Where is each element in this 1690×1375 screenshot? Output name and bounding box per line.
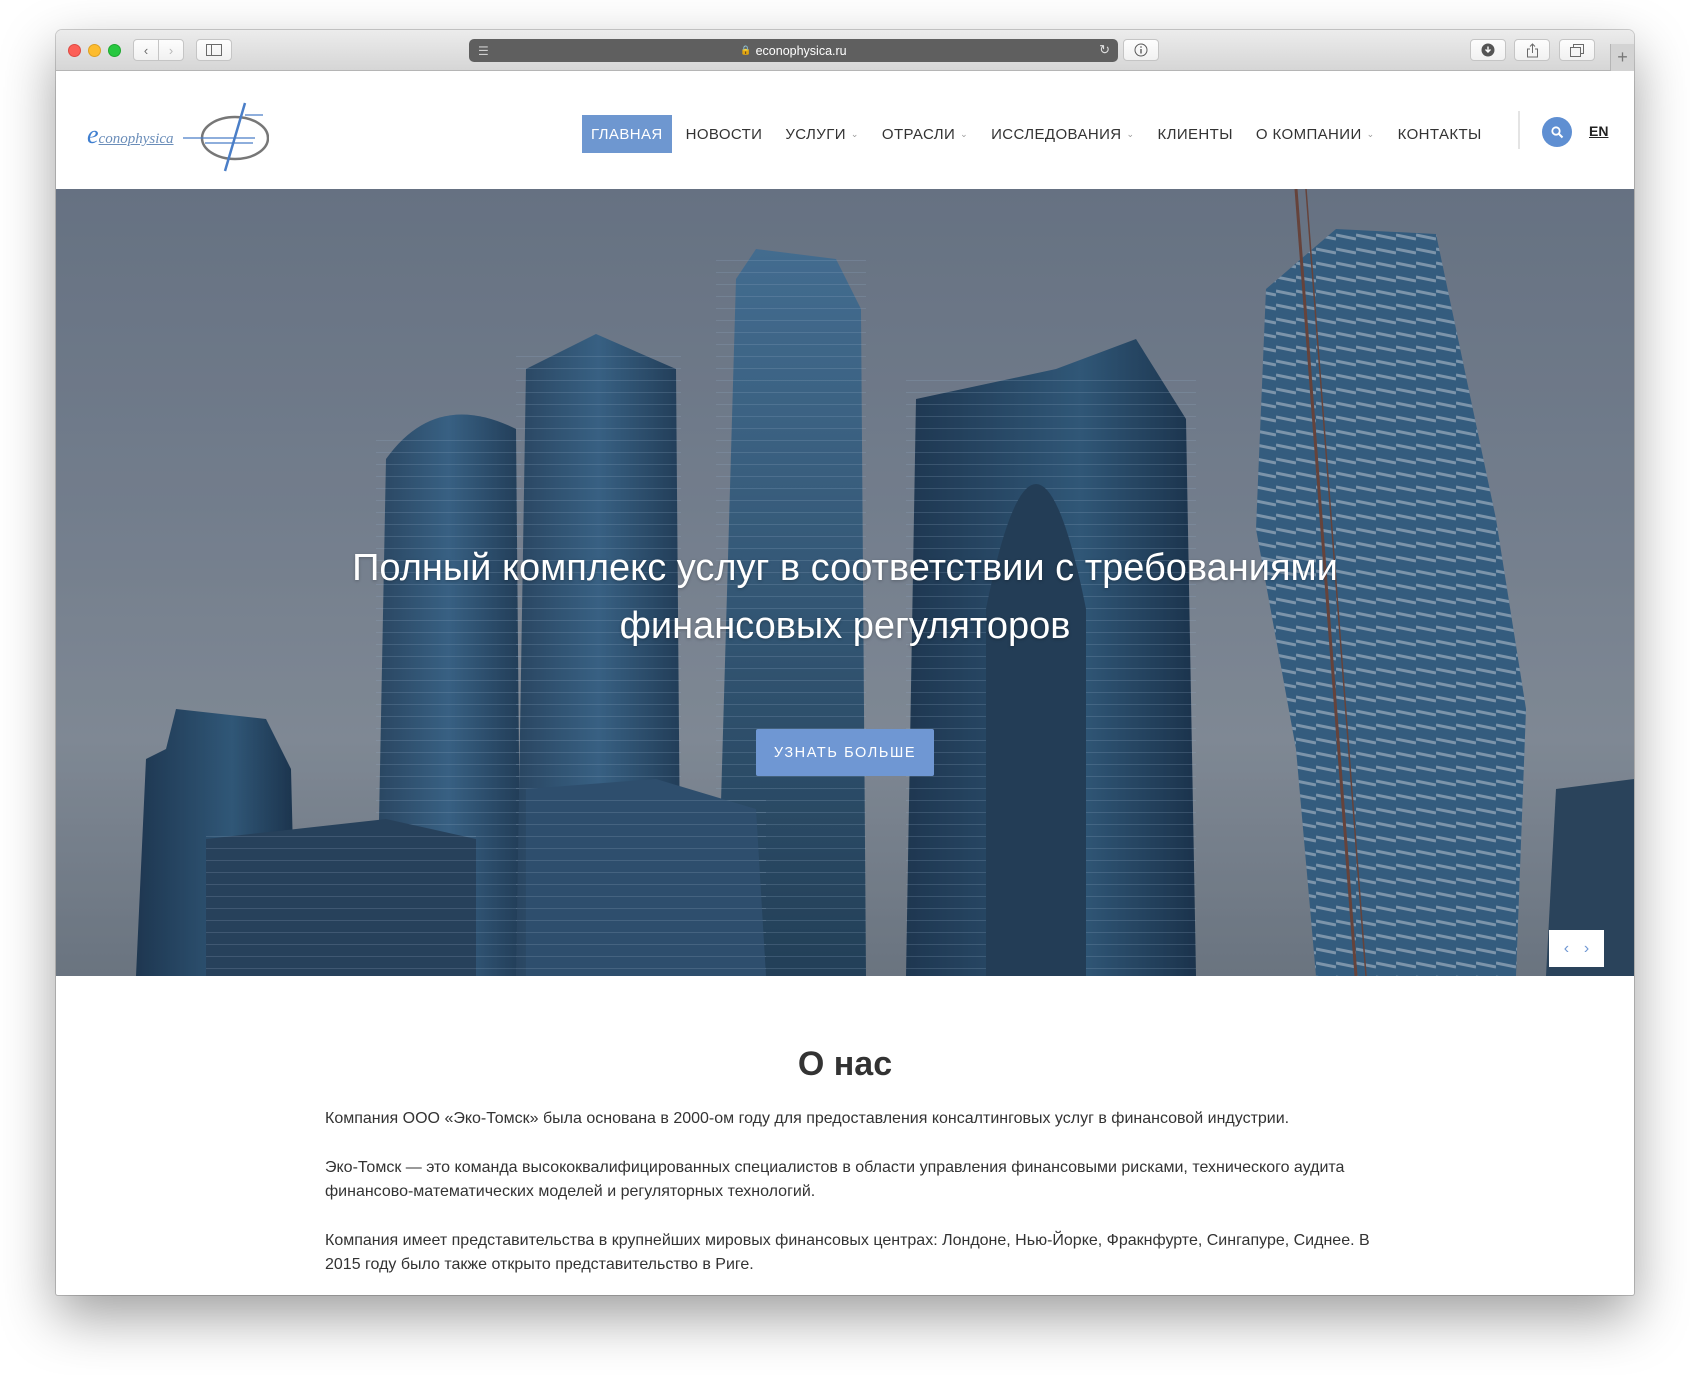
chevron-down-icon: ⌄ (850, 128, 859, 139)
nav-item-news[interactable]: НОВОСТИ (677, 115, 772, 153)
chevron-down-icon: ⌄ (1126, 128, 1135, 139)
nav-item-contacts[interactable]: КОНТАКТЫ (1389, 115, 1491, 153)
browser-window: ‹ › ☰ 🔒 econophysica.ru ↻ + econophysica… (56, 30, 1634, 1295)
share-button[interactable] (1514, 39, 1550, 61)
lock-icon: 🔒 (740, 45, 752, 55)
forward-button[interactable]: › (158, 39, 184, 61)
sidebar-toggle-button[interactable] (196, 39, 232, 61)
back-button[interactable]: ‹ (133, 39, 159, 61)
nav-divider (1518, 111, 1520, 149)
slider-prev-icon[interactable]: ‹ (1564, 940, 1569, 958)
nav-item-research[interactable]: ИССЛЕДОВАНИЯ ⌄ (982, 115, 1143, 153)
nav-item-industries[interactable]: ОТРАСЛИ ⌄ (873, 115, 977, 153)
learn-more-button[interactable]: УЗНАТЬ БОЛЬШЕ (756, 729, 934, 776)
chevron-right-icon: › (168, 42, 174, 58)
nav-item-clients[interactable]: КЛИЕНТЫ (1148, 115, 1241, 153)
hero-title: Полный комплекс услуг в соответствии с т… (352, 547, 1338, 647)
slider-next-icon[interactable]: › (1584, 940, 1589, 958)
site-logo[interactable]: econophysica (85, 97, 269, 175)
site-header: econophysica ГЛАВНАЯ НОВОСТИ УСЛУГИ ⌄ ОТР… (56, 71, 1634, 189)
info-button[interactable] (1123, 39, 1159, 61)
nav-item-home[interactable]: ГЛАВНАЯ (582, 115, 672, 153)
hero-slider: Полный комплекс услуг в соответствии с т… (56, 189, 1634, 976)
downloads-button[interactable] (1470, 39, 1506, 61)
tabs-icon (1570, 43, 1584, 57)
chevron-down-icon: ⌄ (1366, 128, 1375, 139)
slider-navigation: ‹ › (1549, 930, 1604, 967)
new-tab-button[interactable]: + (1610, 44, 1634, 71)
chevron-down-icon: ⌄ (960, 128, 969, 139)
reader-icon[interactable]: ☰ (478, 44, 489, 58)
logo-text: econophysica (87, 120, 174, 149)
search-icon (1550, 125, 1563, 138)
address-url: econophysica.ru (755, 43, 847, 58)
main-navigation: ГЛАВНАЯ НОВОСТИ УСЛУГИ ⌄ ОТРАСЛИ ⌄ ИССЛЕДО… (582, 115, 1496, 153)
nav-item-about[interactable]: О КОМПАНИИ ⌄ (1247, 115, 1384, 153)
chevron-left-icon: ‹ (143, 42, 149, 58)
search-button[interactable] (1542, 117, 1572, 147)
language-switch[interactable]: EN (1589, 123, 1608, 139)
share-icon (1526, 42, 1538, 57)
info-icon (1134, 43, 1148, 57)
nav-item-services[interactable]: УСЛУГИ ⌄ (776, 115, 868, 153)
browser-toolbar: ‹ › ☰ 🔒 econophysica.ru ↻ + (56, 30, 1634, 71)
reload-icon[interactable]: ↻ (1099, 42, 1110, 58)
plus-icon: + (1617, 47, 1628, 67)
sidebar-icon (206, 44, 222, 56)
minimize-window-button[interactable] (88, 44, 101, 57)
close-window-button[interactable] (68, 44, 81, 57)
maximize-window-button[interactable] (108, 44, 121, 57)
download-icon (1481, 43, 1495, 57)
tabs-overview-button[interactable] (1559, 39, 1595, 61)
address-bar[interactable]: ☰ 🔒 econophysica.ru ↻ (469, 39, 1118, 62)
